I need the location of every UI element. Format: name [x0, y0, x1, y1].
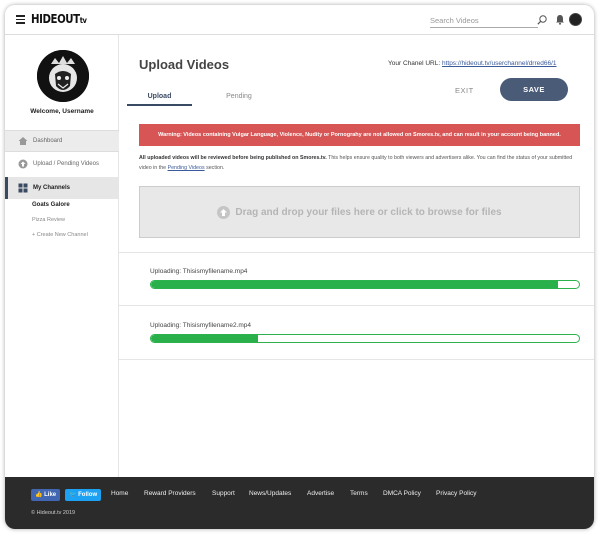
sidebar: Welcome, Username Dashboard Upload / Pen…	[5, 35, 119, 477]
progress-fill	[151, 281, 558, 288]
footer: 👍 Like 🐦 Follow Home Reward Providers Su…	[5, 477, 594, 529]
footer-link-support[interactable]: Support	[212, 490, 235, 497]
facebook-like-button[interactable]: 👍 Like	[31, 489, 61, 501]
sidebar-item-label: Dashboard	[33, 138, 63, 144]
sidebar-item-label: Upload / Pending Videos	[33, 161, 99, 167]
sidebar-item-label: My Channels	[33, 185, 71, 191]
tab-pending[interactable]: Pending	[199, 88, 279, 106]
like-label: Like	[44, 492, 57, 498]
upload-label: Uploading: Thisismyfilename2.mp4	[150, 322, 252, 329]
grid-icon	[18, 183, 28, 193]
page-title: Upload Videos	[139, 57, 230, 72]
tab-bar: Upload Pending	[127, 88, 287, 106]
progress-bar	[150, 280, 580, 289]
channel-link-pizza[interactable]: Pizza Review	[32, 217, 65, 223]
exit-button[interactable]: EXIT	[455, 86, 474, 95]
app-window: HIDEOUTtv Welcome, Username Dashboard	[5, 5, 594, 529]
logo-suffix: tv	[79, 16, 87, 25]
footer-link-home[interactable]: Home	[111, 490, 128, 497]
dropzone-text: Drag and drop your files here or click t…	[235, 206, 502, 218]
upload-arrow-icon	[217, 205, 231, 219]
footer-link-reward-providers[interactable]: Reward Providers	[144, 490, 196, 497]
file-dropzone[interactable]: Drag and drop your files here or click t…	[139, 186, 580, 238]
upload-icon	[18, 159, 28, 169]
thumbs-up-icon: 👍	[35, 492, 45, 498]
logo-text: HIDEOUT	[31, 12, 80, 26]
pending-videos-link[interactable]: Pending Videos	[168, 165, 205, 171]
tab-upload[interactable]: Upload	[127, 88, 192, 106]
search-input[interactable]	[430, 14, 538, 28]
channel-url-link[interactable]: https://hideout.tv/userchannel/drred66/1	[442, 60, 557, 67]
progress-bar	[150, 334, 580, 343]
footer-link-privacy[interactable]: Privacy Policy	[436, 490, 476, 497]
save-button[interactable]: SAVE	[500, 78, 568, 101]
main-content: Upload Videos Your Chanel URL: https://h…	[119, 35, 594, 477]
info-text: All uploaded videos will be reviewed bef…	[139, 153, 584, 173]
footer-link-dmca[interactable]: DMCA Policy	[383, 490, 421, 497]
channel-link-goats[interactable]: Goats Galore	[32, 202, 70, 208]
upload-label: Uploading: Thisismyfilename.mp4	[150, 268, 248, 275]
sidebar-item-dashboard[interactable]: Dashboard	[5, 130, 119, 152]
divider	[119, 252, 594, 253]
sidebar-item-upload[interactable]: Upload / Pending Videos	[5, 153, 119, 175]
welcome-text: Welcome, Username	[30, 108, 94, 115]
info-end: section.	[206, 165, 225, 171]
footer-link-news[interactable]: News/Updates	[249, 490, 291, 497]
twitter-follow-button[interactable]: 🐦 Follow	[65, 489, 102, 501]
footer-link-advertise[interactable]: Advertise	[307, 490, 334, 497]
home-icon	[18, 137, 28, 145]
progress-fill	[151, 335, 258, 342]
copyright-text: © Hideout.tv 2019	[31, 510, 76, 516]
profile-image	[37, 50, 89, 102]
create-channel-link[interactable]: + Create New Channel	[32, 232, 88, 238]
top-bar: HIDEOUTtv	[5, 5, 594, 35]
divider	[119, 305, 594, 306]
info-bold: All uploaded videos will be reviewed bef…	[139, 155, 327, 161]
profile-avatar	[37, 50, 89, 102]
warning-banner: Warning: Videos containing Vulgar Langua…	[139, 124, 580, 146]
menu-icon[interactable]	[16, 15, 25, 24]
user-avatar[interactable]	[569, 13, 582, 26]
divider	[119, 359, 594, 360]
logo[interactable]: HIDEOUTtv	[31, 12, 87, 26]
search-icon[interactable]	[537, 15, 547, 25]
channel-url-row: Your Chanel URL: https://hideout.tv/user…	[388, 60, 557, 67]
channel-url-label: Your Chanel URL:	[388, 60, 441, 67]
bell-icon[interactable]	[555, 14, 565, 25]
follow-label: Follow	[78, 492, 98, 498]
footer-link-terms[interactable]: Terms	[350, 490, 368, 497]
sidebar-item-channels[interactable]: My Channels	[5, 177, 119, 199]
twitter-bird-icon: 🐦	[69, 492, 79, 498]
